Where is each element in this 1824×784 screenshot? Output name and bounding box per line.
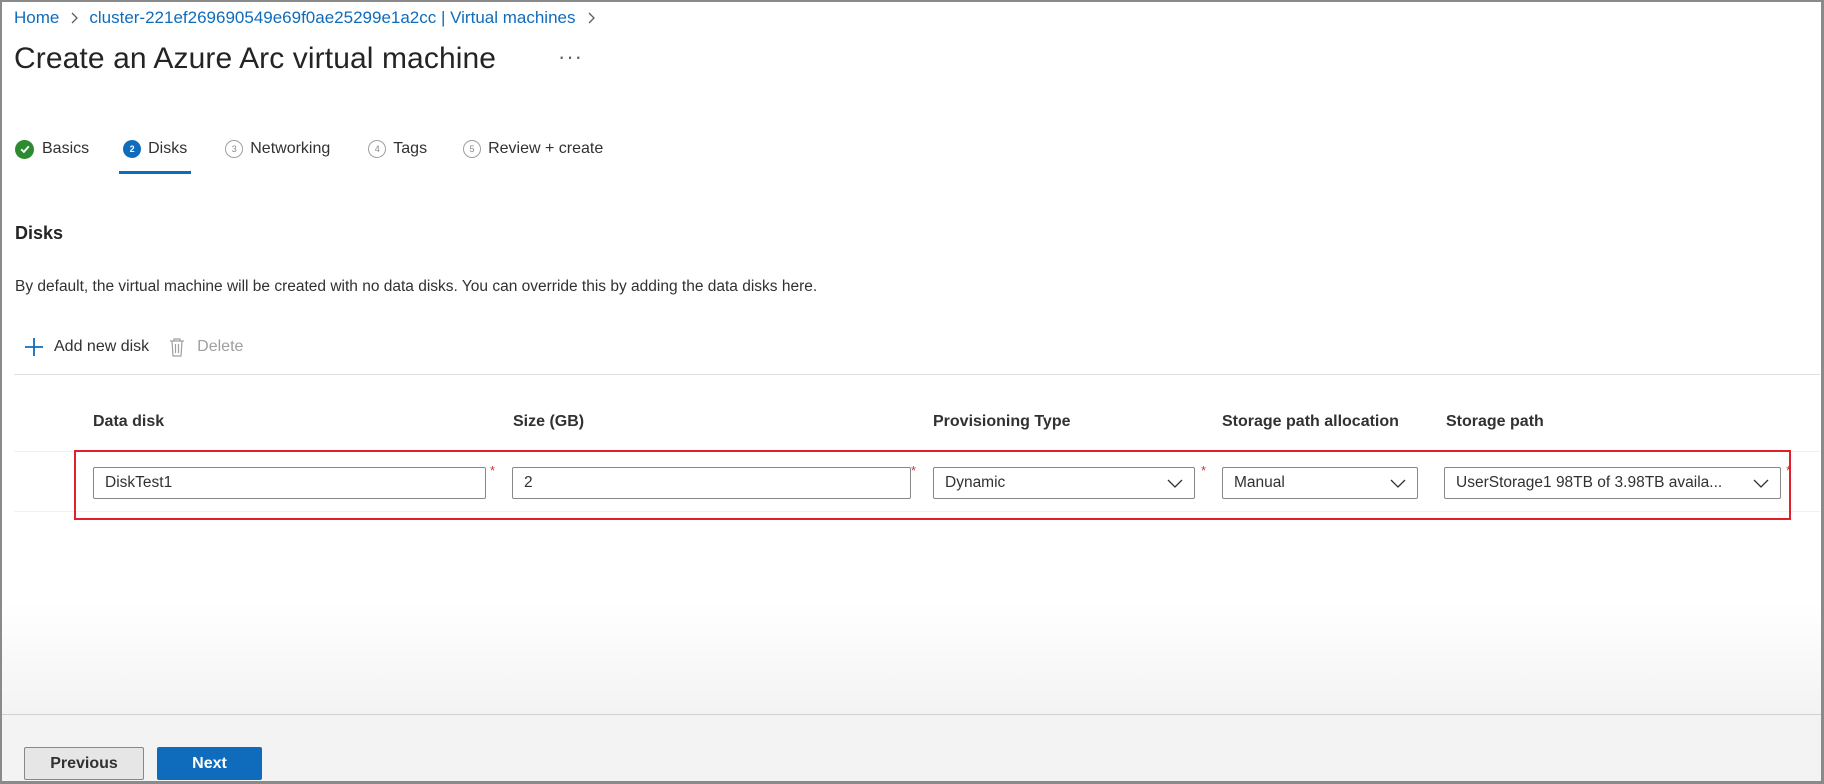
add-new-disk-label: Add new disk	[54, 338, 150, 355]
tab-label: Basics	[42, 140, 90, 157]
tab-label: Networking	[250, 140, 331, 157]
chevron-right-icon	[69, 12, 79, 24]
step-number-icon: 3	[225, 140, 244, 158]
tab-tags[interactable]: 4 Tags	[368, 132, 427, 166]
column-header-size: Size (GB)	[513, 413, 585, 430]
disk-toolbar: Add new disk Delete	[23, 336, 243, 358]
footer-fade	[2, 602, 1821, 714]
column-header-storage-path: Storage path	[1446, 413, 1544, 430]
step-number-icon: 4	[368, 140, 387, 158]
tab-disks[interactable]: 2 Disks	[119, 132, 192, 174]
tab-label: Review + create	[488, 140, 604, 157]
highlight-box	[74, 450, 1791, 520]
checkmark-circle-icon	[15, 139, 34, 159]
footer-bar	[2, 715, 1821, 781]
section-title: Disks	[15, 223, 64, 243]
delete-label: Delete	[197, 338, 244, 355]
plus-icon	[25, 338, 43, 356]
next-button[interactable]: Next	[157, 747, 262, 780]
chevron-right-icon	[586, 12, 596, 24]
previous-button[interactable]: Previous	[24, 747, 144, 780]
app-window: Home cluster-221ef269690549e69f0ae25299e…	[0, 0, 1824, 784]
section-description: By default, the virtual machine will be …	[15, 278, 818, 295]
tab-label: Disks	[148, 140, 188, 157]
step-number-icon: 5	[463, 140, 482, 158]
trash-icon	[170, 338, 185, 357]
add-new-disk-button[interactable]: Add new disk	[23, 336, 149, 358]
column-header-provisioning-type: Provisioning Type	[933, 413, 1071, 430]
tab-networking[interactable]: 3 Networking	[225, 132, 330, 166]
tab-review-create[interactable]: 5 Review + create	[463, 132, 603, 166]
step-number-icon: 2	[123, 140, 142, 158]
delete-button[interactable]: Delete	[169, 337, 243, 357]
wizard-tabs: Basics 2 Disks 3 Networking 4 Tags 5 Rev…	[14, 132, 603, 176]
tab-label: Tags	[393, 140, 428, 157]
breadcrumb-home[interactable]: Home	[14, 8, 59, 28]
breadcrumb-cluster-vms[interactable]: cluster-221ef269690549e69f0ae25299e1a2cc…	[89, 8, 575, 28]
column-header-data-disk: Data disk	[93, 413, 165, 430]
page-title: Create an Azure Arc virtual machine	[14, 42, 497, 75]
divider	[14, 374, 1820, 375]
more-options-icon[interactable]: ···	[558, 44, 583, 70]
tab-basics[interactable]: Basics	[15, 132, 89, 166]
breadcrumb: Home cluster-221ef269690549e69f0ae25299e…	[14, 6, 606, 30]
column-header-storage-path-allocation: Storage path allocation	[1222, 413, 1399, 430]
